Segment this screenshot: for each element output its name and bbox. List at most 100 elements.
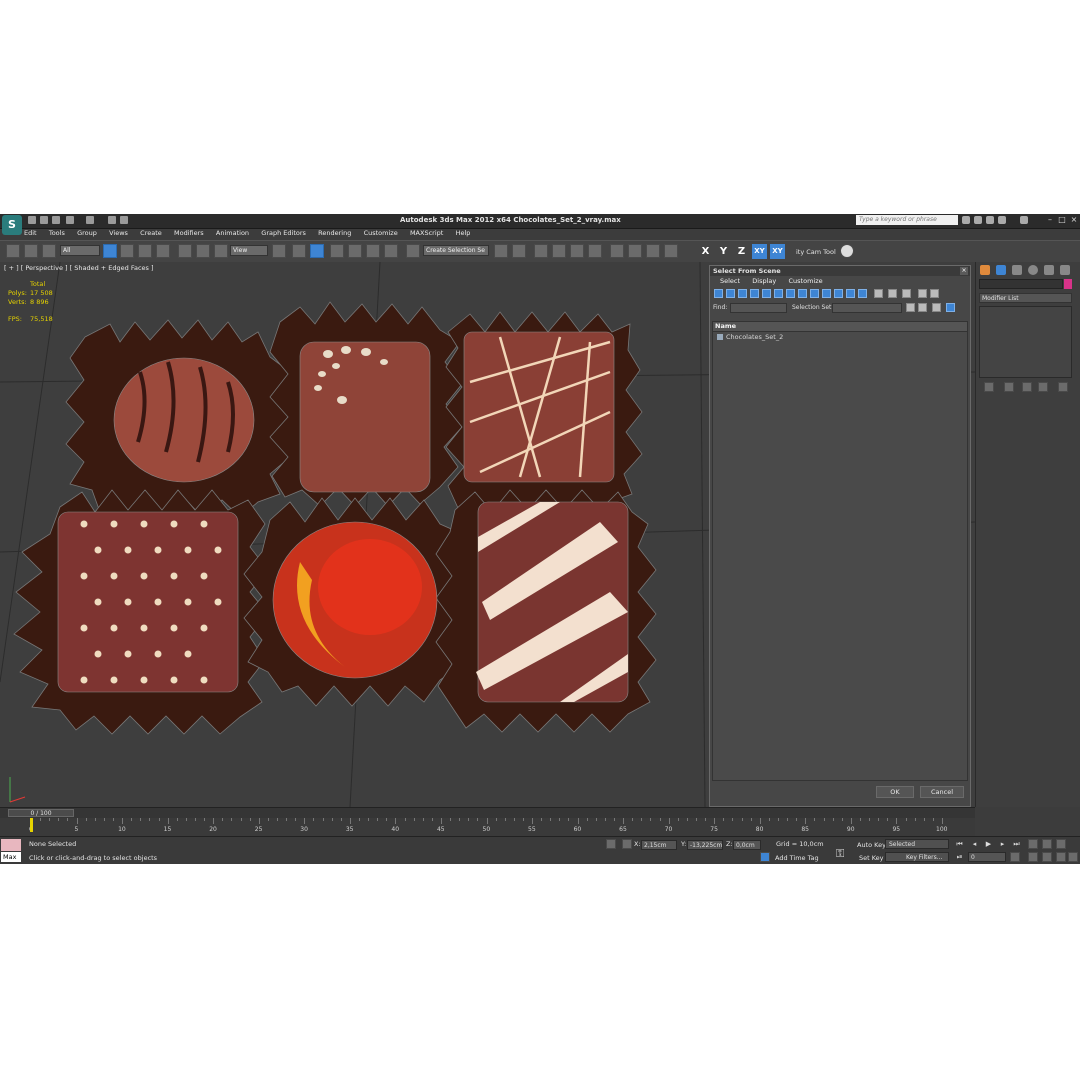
select-manipulate-icon[interactable] <box>292 244 306 258</box>
auto-key-button[interactable]: Auto Key <box>857 841 886 849</box>
selection-set-edit-icon[interactable] <box>932 303 941 312</box>
pivot-center-icon[interactable] <box>272 244 286 258</box>
configure-sets-icon[interactable] <box>1058 382 1068 392</box>
hold-icon[interactable] <box>108 216 116 224</box>
dialog-title-bar[interactable]: Select From Scene × <box>710 266 970 276</box>
link-icon[interactable] <box>6 244 20 258</box>
axis-xy-alt-button[interactable]: XY <box>770 244 785 259</box>
remove-modifier-icon[interactable] <box>1038 382 1048 392</box>
make-unique-icon[interactable] <box>1022 382 1032 392</box>
selection-set-dropdown[interactable] <box>832 303 902 313</box>
z-coordinate-field[interactable]: 0,0cm <box>733 840 761 850</box>
camera-tool-icon[interactable] <box>840 244 854 258</box>
minimize-icon[interactable]: – <box>1044 214 1056 226</box>
display-frozen-icon[interactable] <box>834 289 843 298</box>
ref-coord-dropdown[interactable]: View <box>230 245 268 256</box>
bind-space-warp-icon[interactable] <box>42 244 56 258</box>
display-hidden-icon[interactable] <box>846 289 855 298</box>
schematic-view-icon[interactable] <box>588 244 602 258</box>
y-coordinate-field[interactable]: -13,225cm <box>687 840 723 850</box>
display-spacewarps-icon[interactable] <box>774 289 783 298</box>
menu-create[interactable]: Create <box>140 229 162 237</box>
maximize-viewport-icon[interactable] <box>1068 852 1078 862</box>
object-color-swatch[interactable] <box>1064 279 1072 289</box>
time-configuration-icon[interactable] <box>1010 852 1020 862</box>
rendered-frame-icon[interactable] <box>646 244 660 258</box>
selection-filter-dropdown[interactable]: All <box>60 245 100 256</box>
unlink-icon[interactable] <box>24 244 38 258</box>
list-item[interactable]: Chocolates_Set_2 <box>713 332 967 342</box>
rect-selection-icon[interactable] <box>138 244 152 258</box>
axis-y-button[interactable]: Y <box>716 244 731 259</box>
select-all-icon[interactable] <box>874 289 883 298</box>
time-slider-thumb[interactable]: 0 / 100 <box>8 809 74 817</box>
list-header-name[interactable]: Name <box>713 322 967 332</box>
set-key-button[interactable]: Set Key <box>859 854 884 862</box>
menu-modifiers[interactable]: Modifiers <box>174 229 204 237</box>
display-lights-icon[interactable] <box>738 289 747 298</box>
object-name-field[interactable] <box>979 279 1063 289</box>
next-frame-icon[interactable]: ▸ <box>998 840 1007 849</box>
search-icon[interactable] <box>962 216 970 224</box>
window-crossing-icon[interactable] <box>156 244 170 258</box>
menu-tools[interactable]: Tools <box>49 229 65 237</box>
cam-tool-label[interactable]: ity Cam Tool <box>796 248 836 256</box>
play-icon[interactable]: ▶ <box>984 840 993 849</box>
zoom-icon[interactable] <box>1028 839 1038 849</box>
x-coordinate-field[interactable]: 2,15cm <box>641 840 677 850</box>
display-helpers-icon[interactable] <box>762 289 771 298</box>
menu-views[interactable]: Views <box>109 229 128 237</box>
hierarchy-tab-icon[interactable] <box>1012 265 1022 275</box>
show-end-result-icon[interactable] <box>1004 382 1014 392</box>
select-scale-icon[interactable] <box>214 244 228 258</box>
snaps-toggle-icon[interactable] <box>330 244 344 258</box>
menu-graph-editors[interactable]: Graph Editors <box>261 229 306 237</box>
modifier-stack[interactable] <box>979 306 1072 378</box>
display-containers-icon[interactable] <box>822 289 831 298</box>
favorites-icon[interactable] <box>986 216 994 224</box>
object-list[interactable]: Name Chocolates_Set_2 <box>712 321 968 781</box>
named-selection-dropdown[interactable]: Create Selection Se <box>423 245 489 256</box>
fetch-icon[interactable] <box>120 216 128 224</box>
select-object-icon[interactable] <box>103 244 117 258</box>
curve-editor-icon[interactable] <box>570 244 584 258</box>
menu-rendering[interactable]: Rendering <box>318 229 351 237</box>
close-icon[interactable]: × <box>1068 214 1080 226</box>
menu-animation[interactable]: Animation <box>216 229 249 237</box>
percent-snap-icon[interactable] <box>366 244 380 258</box>
create-tab-icon[interactable] <box>980 265 990 275</box>
select-none-icon[interactable] <box>888 289 897 298</box>
display-shapes-icon[interactable] <box>726 289 735 298</box>
zoom-extents-icon[interactable] <box>1056 839 1066 849</box>
filter-icon[interactable] <box>918 289 927 298</box>
menu-help[interactable]: Help <box>456 229 471 237</box>
track-bar[interactable]: 0510152025303540455055606570758085909510… <box>0 818 975 836</box>
filter-options-icon[interactable] <box>930 289 939 298</box>
select-move-icon[interactable] <box>178 244 192 258</box>
dialog-close-icon[interactable]: × <box>960 267 968 275</box>
sync-selection-icon[interactable] <box>946 303 955 312</box>
axis-z-button[interactable]: Z <box>734 244 749 259</box>
display-geometry-icon[interactable] <box>714 289 723 298</box>
modifier-list-dropdown[interactable]: Modifier List <box>979 293 1072 303</box>
current-time-marker[interactable] <box>30 818 33 832</box>
keyboard-shortcut-override-icon[interactable] <box>310 244 324 258</box>
max-logo-icon[interactable]: S <box>2 215 22 235</box>
dialog-menu-select[interactable]: Select <box>720 276 740 287</box>
display-groups-icon[interactable] <box>786 289 795 298</box>
graphite-toggle-icon[interactable] <box>552 244 566 258</box>
star-icon[interactable] <box>998 216 1006 224</box>
redo-icon[interactable] <box>86 216 94 224</box>
mirror-icon[interactable] <box>494 244 508 258</box>
select-by-name-icon[interactable] <box>120 244 134 258</box>
field-of-view-icon[interactable] <box>1028 852 1038 862</box>
selection-set-remove-icon[interactable] <box>918 303 927 312</box>
maxscript-label[interactable]: Max <box>1 852 21 862</box>
layer-manager-icon[interactable] <box>534 244 548 258</box>
maximize-icon[interactable]: □ <box>1056 214 1068 226</box>
open-file-icon[interactable] <box>40 216 48 224</box>
current-frame-field[interactable]: 0 <box>968 852 1006 862</box>
go-to-end-icon[interactable]: ⏭ <box>1012 840 1021 849</box>
axis-xy-button[interactable]: XY <box>752 244 767 259</box>
key-mode-dropdown[interactable]: Selected <box>885 839 949 849</box>
